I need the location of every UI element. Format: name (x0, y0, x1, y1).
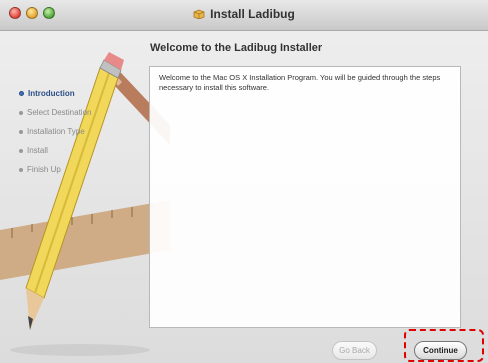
content-panel: Welcome to the Mac OS X Installation Pro… (149, 66, 461, 328)
step-installation-type: Installation Type (19, 122, 91, 141)
step-bullet (19, 129, 23, 134)
window-title: Install Ladibug (210, 7, 295, 21)
step-bullet (19, 91, 24, 96)
step-bullet (19, 167, 23, 172)
window-title-area: Install Ladibug (0, 7, 488, 21)
step-introduction: Introduction (19, 84, 91, 103)
installer-window: Install Ladibug Introduction Select Dest… (0, 0, 488, 363)
go-back-button[interactable]: Go Back (332, 341, 377, 360)
continue-highlight-box (404, 329, 484, 362)
page-title: Welcome to the Ladibug Installer (150, 42, 323, 54)
step-install: Install (19, 141, 91, 160)
package-icon (193, 9, 205, 19)
step-bullet (19, 110, 23, 115)
step-bullet (19, 148, 23, 153)
title-bar: Install Ladibug (0, 0, 488, 31)
step-finish-up: Finish Up (19, 160, 91, 179)
welcome-text: Welcome to the Mac OS X Installation Pro… (159, 73, 441, 92)
installer-artwork (0, 52, 170, 356)
step-select-destination: Select Destination (19, 103, 91, 122)
ruler-artwork (0, 200, 170, 280)
installer-steps: Introduction Select Destination Installa… (19, 84, 91, 179)
